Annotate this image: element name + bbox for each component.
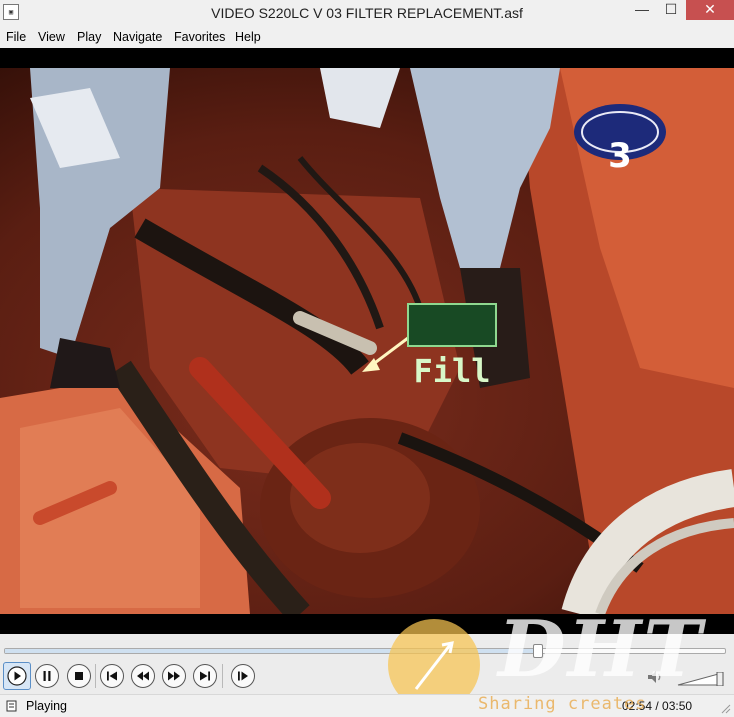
window-title: VIDEO S220LC V 03 FILTER REPLACEMENT.asf [211, 5, 523, 21]
rewind-button[interactable] [131, 664, 155, 688]
skip-forward-icon [200, 671, 210, 681]
menu-bar: File View Play Navigate Favorites Help [0, 28, 734, 48]
stop-button[interactable] [67, 664, 91, 688]
menu-play[interactable]: Play [77, 30, 101, 44]
fast-forward-button[interactable] [162, 664, 186, 688]
control-separator [95, 664, 96, 688]
play-button[interactable] [3, 662, 31, 690]
menu-navigate[interactable]: Navigate [113, 30, 162, 44]
menu-file[interactable]: File [6, 30, 26, 44]
menu-favorites[interactable]: Favorites [174, 30, 225, 44]
menu-view[interactable]: View [38, 30, 65, 44]
maximize-button[interactable]: ☐ [657, 0, 685, 20]
channel-badge: 3 [608, 136, 632, 176]
menu-help[interactable]: Help [235, 30, 261, 44]
document-icon [6, 700, 17, 712]
play-icon [7, 666, 27, 686]
rewind-icon [137, 671, 149, 681]
playback-status: Playing [26, 699, 67, 713]
close-button[interactable]: ✕ [686, 0, 734, 20]
fast-forward-icon [168, 671, 180, 681]
minimize-button[interactable]: — [628, 0, 656, 20]
video-caption: Fill [413, 352, 491, 390]
stop-icon [75, 672, 83, 680]
pause-icon [43, 671, 51, 681]
watermark-slogan: Sharing creates success [478, 694, 647, 717]
video-display[interactable]: 3 Fill [0, 48, 734, 634]
title-bar: ▣ VIDEO S220LC V 03 FILTER REPLACEMENT.a… [0, 0, 734, 26]
frame-step-icon [238, 671, 248, 681]
next-button[interactable] [193, 664, 217, 688]
skip-back-icon [107, 671, 117, 681]
previous-button[interactable] [100, 664, 124, 688]
watermark-logo: DHT [498, 604, 704, 695]
control-separator [222, 664, 223, 688]
pause-button[interactable] [35, 664, 59, 688]
frame-step-button[interactable] [231, 664, 255, 688]
